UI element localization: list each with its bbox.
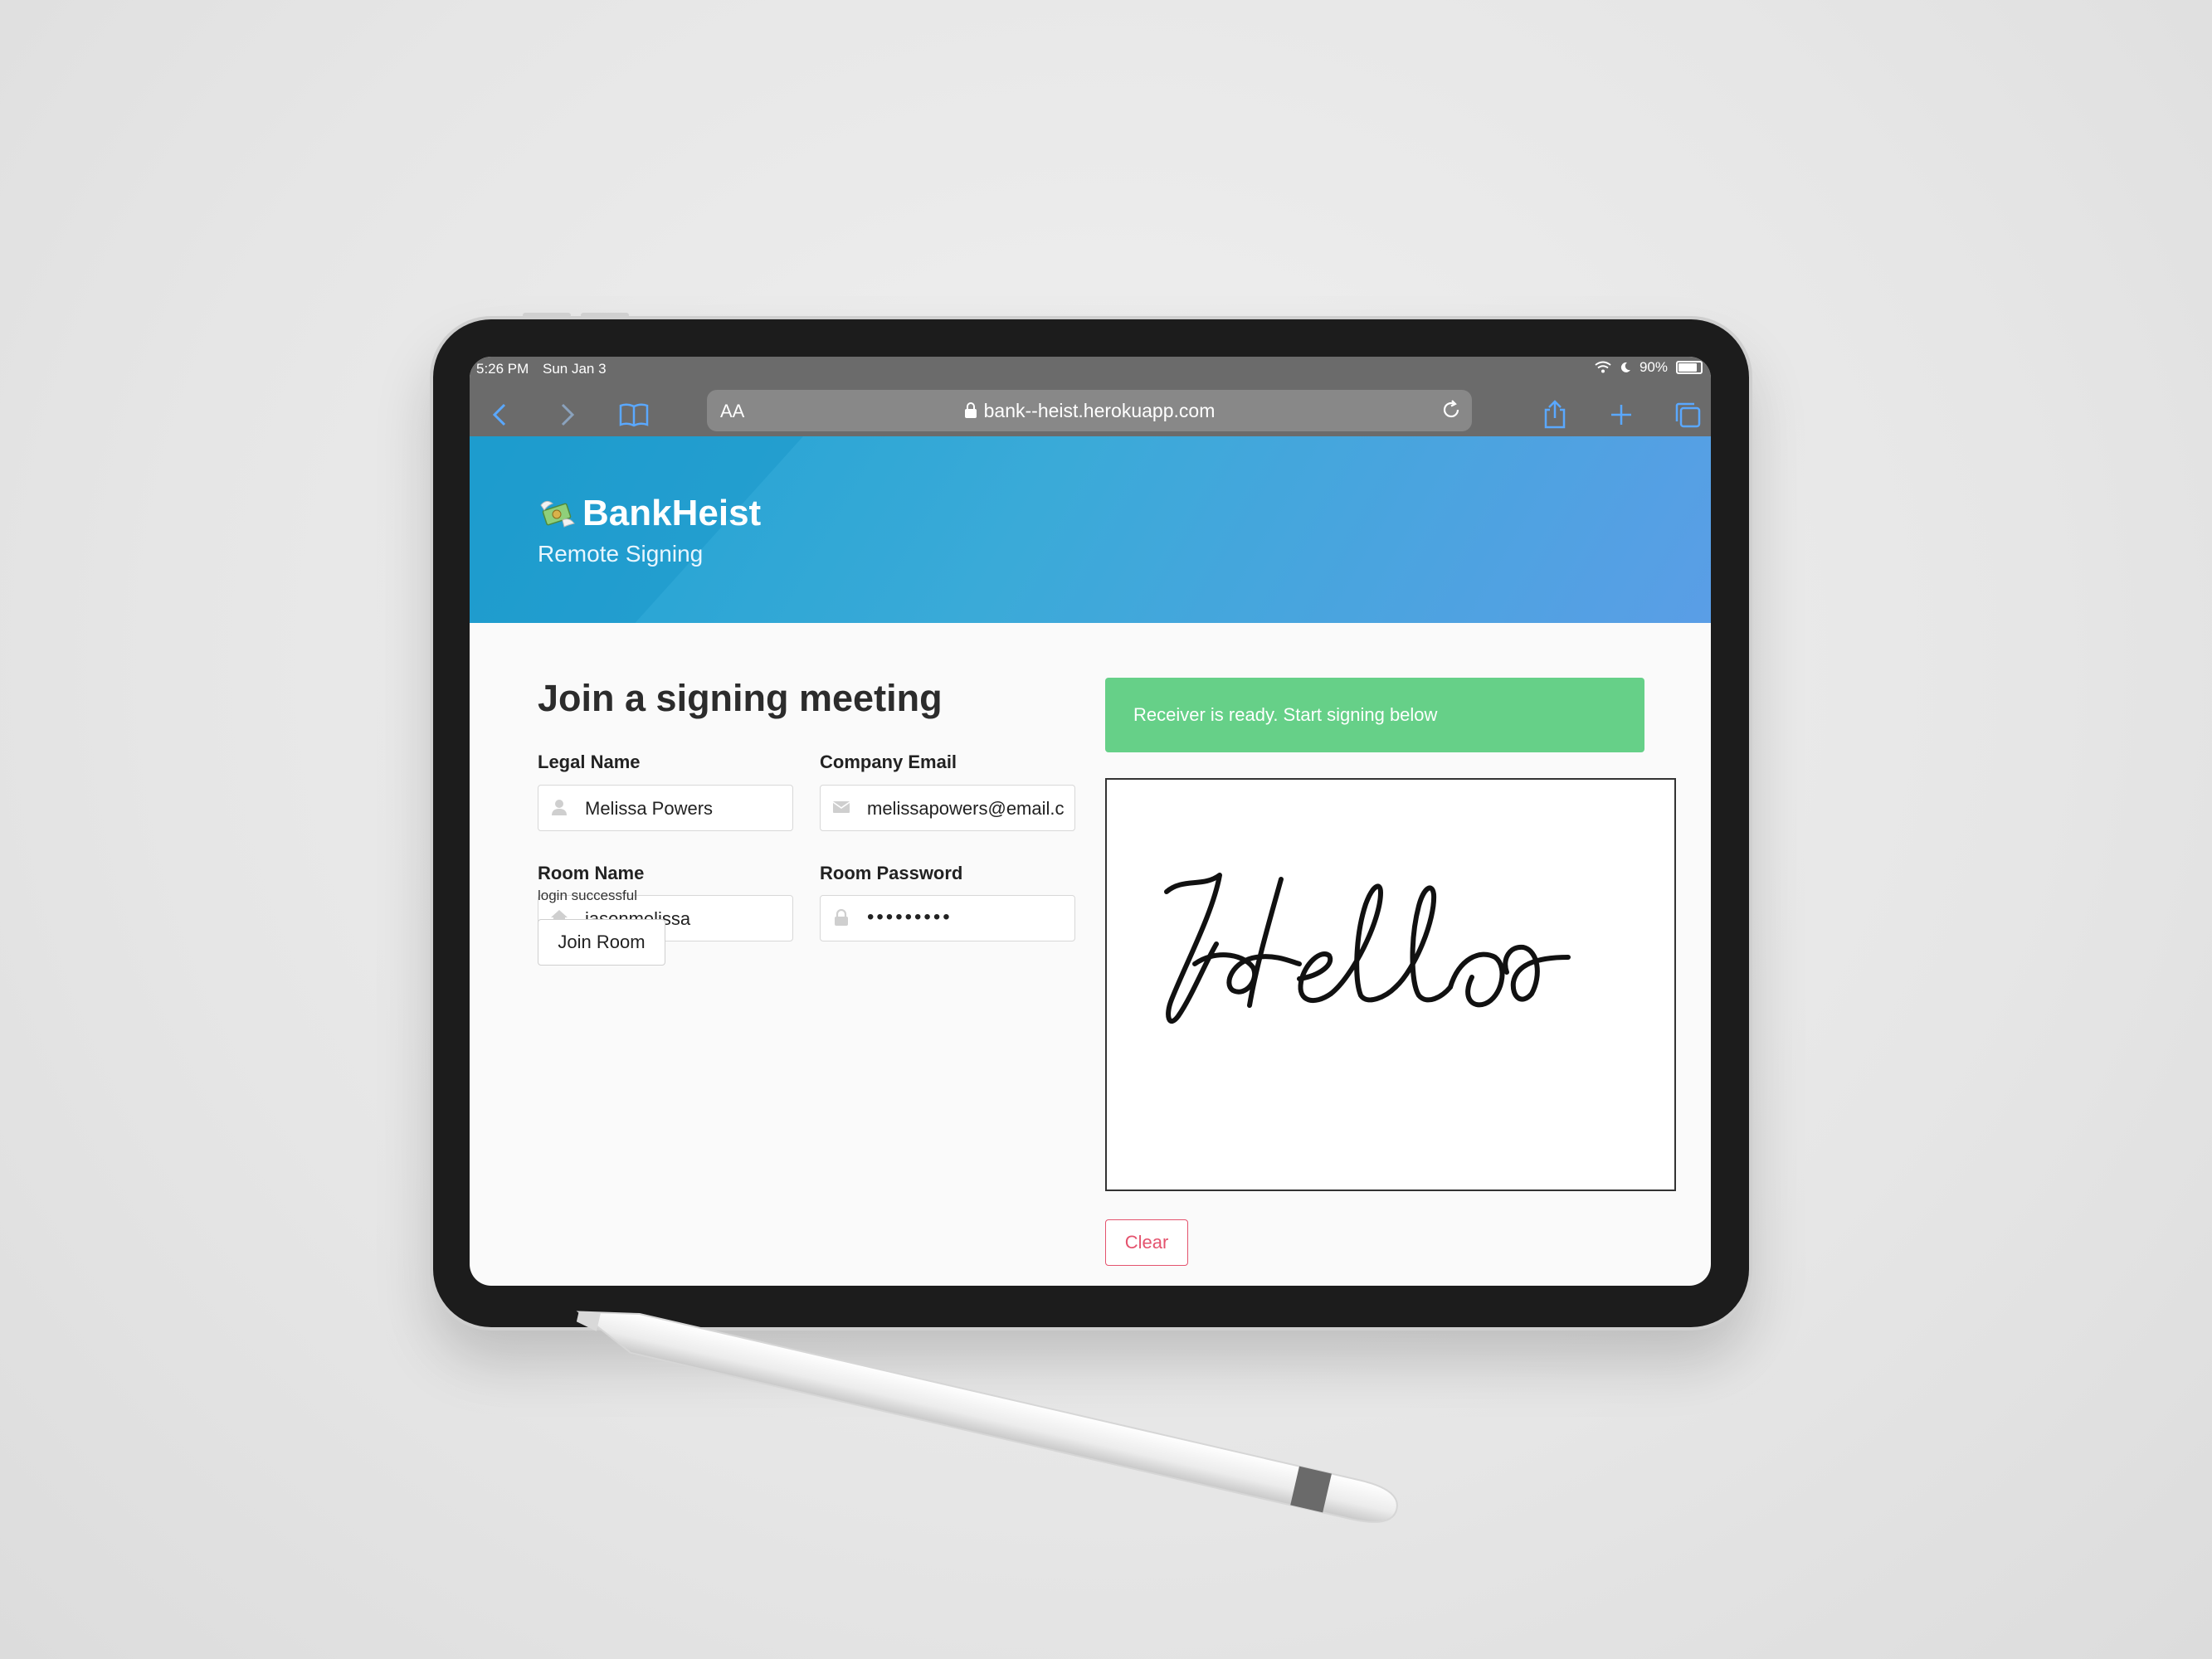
brand-name: BankHeist: [582, 493, 762, 533]
room-password-value: •••••••••: [867, 906, 953, 928]
status-indicators: 90%: [1595, 359, 1703, 376]
legal-name-label: Legal Name: [538, 752, 641, 772]
login-status: login successful: [538, 888, 638, 903]
receiver-ready-alert: Receiver is ready. Start signing below: [1105, 678, 1644, 752]
site-header: BankHeist Remote Signing: [470, 436, 1711, 623]
signature-drawing: [1164, 873, 1571, 1024]
new-tab-icon[interactable]: [1605, 398, 1638, 431]
user-icon: [552, 800, 567, 815]
clear-button[interactable]: Clear: [1105, 1219, 1188, 1266]
tablet-screen: 5:26 PM Sun Jan 3 90% AA bank--heist.her…: [470, 357, 1711, 1286]
url-text: bank--heist.herokuapp.com: [983, 400, 1216, 421]
address-bar[interactable]: AA bank--heist.herokuapp.com: [707, 390, 1472, 431]
brand-tagline: Remote Signing: [538, 541, 704, 567]
share-icon[interactable]: [1538, 398, 1571, 431]
forward-icon[interactable]: [549, 398, 582, 431]
signature-pad[interactable]: [1105, 778, 1676, 1191]
room-password-field[interactable]: •••••••••: [820, 895, 1075, 941]
tabs-icon[interactable]: [1671, 398, 1704, 431]
tablet-top-button: [523, 313, 571, 318]
company-email-field[interactable]: melissapowers@email.c: [820, 785, 1075, 831]
envelope-icon: [832, 801, 850, 813]
room-password-label: Room Password: [820, 863, 963, 883]
brand[interactable]: BankHeist: [538, 493, 761, 534]
wifi-icon: [1595, 361, 1611, 373]
bookmarks-icon[interactable]: [617, 398, 650, 431]
legal-name-field[interactable]: Melissa Powers: [538, 785, 793, 831]
reload-icon[interactable]: [1440, 399, 1462, 421]
company-email-value: melissapowers@email.c: [867, 798, 1065, 819]
battery-percent: 90%: [1639, 359, 1668, 375]
lock-icon: [835, 908, 848, 926]
status-date: Sun Jan 3: [543, 361, 607, 377]
legal-name-value: Melissa Powers: [585, 798, 714, 819]
join-room-button[interactable]: Join Room: [538, 919, 665, 966]
status-time: 5:26 PM: [476, 361, 529, 377]
room-name-label: Room Name: [538, 863, 645, 883]
company-email-label: Company Email: [820, 752, 957, 772]
page-title: Join a signing meeting: [538, 677, 943, 719]
battery-icon: [1676, 361, 1703, 374]
lock-icon: [964, 402, 977, 418]
money-with-wings-icon: [540, 500, 575, 528]
status-bar: 5:26 PM Sun Jan 3 90%: [470, 357, 1711, 380]
tablet-top-button: [581, 313, 629, 318]
moon-icon: [1620, 362, 1630, 372]
back-icon[interactable]: [485, 398, 518, 431]
